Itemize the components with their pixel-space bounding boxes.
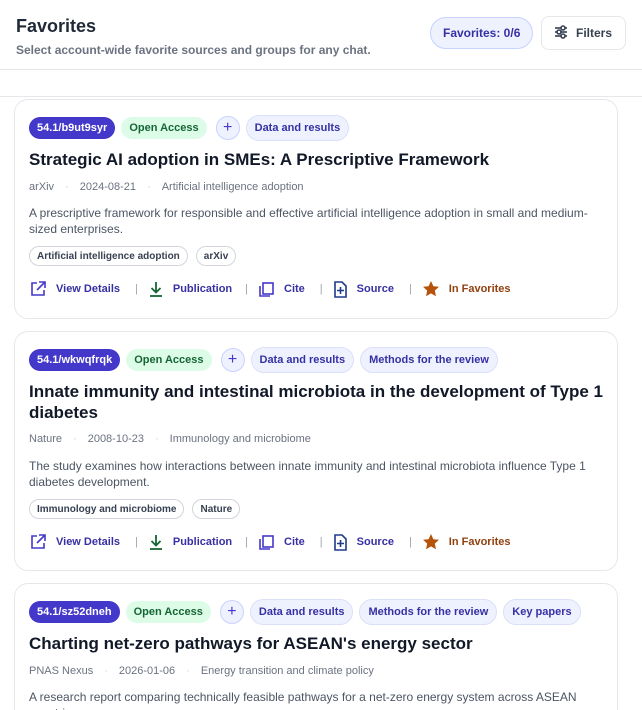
paper-date: 2026-01-06 bbox=[118, 665, 176, 677]
paper-date: 2008-10-23 bbox=[87, 433, 144, 445]
keyword-chip[interactable]: Immunology and microbiome bbox=[29, 499, 185, 519]
file-plus-icon bbox=[333, 280, 347, 298]
card-actions: View Details | Publication | Cite | Sour… bbox=[29, 277, 511, 301]
action-separator: | bbox=[135, 283, 138, 295]
cite-label: Cite bbox=[284, 536, 305, 548]
in-favorites-label: In Favorites bbox=[448, 283, 511, 295]
source-label: Source bbox=[356, 536, 394, 548]
source-label: Source bbox=[356, 283, 394, 295]
card-tag-row: 54.1/wkwqfrqk Open Access + Data and res… bbox=[29, 347, 498, 373]
filters-label: Filters bbox=[576, 26, 613, 40]
doi-badge[interactable]: 54.1/sz52dneh bbox=[29, 601, 120, 623]
keyword-chip[interactable]: Artificial intelligence adoption bbox=[29, 246, 188, 266]
group-tag[interactable]: Data and results bbox=[249, 599, 354, 625]
paper-source: PNAS Nexus bbox=[29, 665, 94, 677]
action-separator: | bbox=[245, 283, 248, 295]
meta-separator: · bbox=[154, 433, 159, 445]
star-icon bbox=[422, 534, 439, 550]
page-header: Favorites Select account-wide favorite s… bbox=[0, 0, 642, 70]
copy-icon bbox=[259, 281, 274, 297]
meta-separator: · bbox=[147, 181, 151, 193]
view-details-action[interactable]: View Details bbox=[29, 533, 120, 551]
action-separator: | bbox=[408, 536, 412, 548]
paper-meta: arXiv · 2024-08-21 · Artificial intellig… bbox=[29, 181, 304, 193]
file-plus-icon bbox=[333, 533, 347, 551]
download-icon bbox=[149, 282, 162, 297]
paper-abstract: The study examines how interactions betw… bbox=[29, 459, 586, 489]
card-actions: View Details | Publication | Cite | Sour… bbox=[29, 530, 511, 554]
cite-action[interactable]: Cite bbox=[258, 281, 305, 298]
card-tag-row: 54.1/b9ut9syr Open Access + Data and res… bbox=[29, 115, 350, 141]
action-separator: | bbox=[135, 536, 138, 548]
view-details-label: View Details bbox=[56, 536, 120, 548]
paper-topic: Energy transition and climate policy bbox=[200, 665, 374, 677]
add-group-button[interactable]: + bbox=[220, 348, 245, 372]
keyword-chip[interactable]: arXiv bbox=[195, 246, 237, 266]
group-tag[interactable]: Key papers bbox=[503, 599, 581, 625]
paper-title[interactable]: Innate immunity and intestinal microbiot… bbox=[29, 381, 609, 423]
cite-label: Cite bbox=[284, 283, 305, 295]
add-group-button[interactable]: + bbox=[219, 600, 244, 624]
group-tag[interactable]: Data and results bbox=[250, 347, 355, 373]
card-tag-row: 54.1/sz52dneh Open Access + Data and res… bbox=[29, 599, 581, 625]
filters-button[interactable]: Filters bbox=[541, 16, 626, 50]
paper-topic: Immunology and microbiome bbox=[169, 433, 311, 445]
keyword-chips: Artificial intelligence adoption arXiv bbox=[29, 246, 237, 266]
in-favorites-action[interactable]: In Favorites bbox=[422, 280, 511, 298]
open-access-badge: Open Access bbox=[126, 349, 212, 371]
paper-meta: Nature · 2008-10-23 · Immunology and mic… bbox=[29, 433, 311, 445]
cite-action[interactable]: Cite bbox=[258, 534, 305, 551]
in-favorites-label: In Favorites bbox=[448, 536, 511, 548]
meta-separator: · bbox=[104, 665, 108, 677]
paper-source: Nature bbox=[29, 433, 63, 445]
group-tag[interactable]: Methods for the review bbox=[360, 347, 498, 373]
group-tag[interactable]: Methods for the review bbox=[359, 599, 498, 625]
publication-action[interactable]: Publication bbox=[148, 280, 232, 298]
keyword-chip[interactable]: Nature bbox=[192, 499, 241, 519]
view-details-action[interactable]: View Details bbox=[29, 280, 120, 298]
meta-separator: · bbox=[186, 665, 190, 677]
source-action[interactable]: Source bbox=[333, 533, 394, 551]
paper-source: arXiv bbox=[29, 181, 55, 193]
action-separator: | bbox=[319, 536, 323, 548]
publication-action[interactable]: Publication bbox=[148, 533, 232, 551]
sliders-icon bbox=[554, 24, 568, 42]
publication-label: Publication bbox=[172, 536, 233, 548]
copy-icon bbox=[259, 534, 274, 550]
meta-separator: · bbox=[65, 181, 69, 193]
favorites-count-badge[interactable]: Favorites: 0/6 bbox=[430, 17, 534, 49]
paper-topic: Artificial intelligence adoption bbox=[161, 181, 304, 193]
doi-badge[interactable]: 54.1/wkwqfrqk bbox=[29, 349, 121, 371]
add-group-button[interactable]: + bbox=[215, 116, 240, 140]
meta-separator: · bbox=[73, 433, 77, 445]
paper-title[interactable]: Strategic AI adoption in SMEs: A Prescri… bbox=[29, 149, 609, 170]
open-access-badge: Open Access bbox=[121, 117, 207, 139]
page-title: Favorites bbox=[16, 16, 97, 36]
source-action[interactable]: Source bbox=[333, 280, 394, 298]
paper-abstract: A prescriptive framework for responsible… bbox=[29, 206, 588, 236]
action-separator: | bbox=[245, 536, 248, 548]
header-divider bbox=[0, 96, 642, 97]
paper-card: 54.1/wkwqfrqk Open Access + Data and res… bbox=[14, 331, 618, 571]
action-separator: | bbox=[408, 283, 412, 295]
open-access-badge: Open Access bbox=[125, 601, 211, 623]
publication-label: Publication bbox=[172, 283, 233, 295]
group-tag[interactable]: Data and results bbox=[245, 115, 350, 141]
page-subtitle: Select account-wide favorite sources and… bbox=[16, 43, 371, 57]
external-link-icon bbox=[31, 281, 46, 296]
paper-date: 2024-08-21 bbox=[79, 181, 137, 193]
view-details-label: View Details bbox=[56, 283, 120, 295]
in-favorites-action[interactable]: In Favorites bbox=[422, 533, 511, 551]
paper-abstract: A research report comparing technically … bbox=[29, 690, 577, 710]
download-icon bbox=[149, 535, 162, 550]
paper-title[interactable]: Charting net-zero pathways for ASEAN's e… bbox=[29, 633, 609, 654]
paper-meta: PNAS Nexus · 2026-01-06 · Energy transit… bbox=[29, 665, 374, 677]
paper-card: 54.1/b9ut9syr Open Access + Data and res… bbox=[14, 99, 618, 319]
external-link-icon bbox=[31, 534, 46, 549]
keyword-chips: Immunology and microbiome Nature bbox=[29, 499, 241, 519]
doi-badge[interactable]: 54.1/b9ut9syr bbox=[29, 117, 116, 139]
star-icon bbox=[422, 281, 439, 297]
action-separator: | bbox=[319, 283, 323, 295]
paper-card: 54.1/sz52dneh Open Access + Data and res… bbox=[14, 583, 618, 710]
